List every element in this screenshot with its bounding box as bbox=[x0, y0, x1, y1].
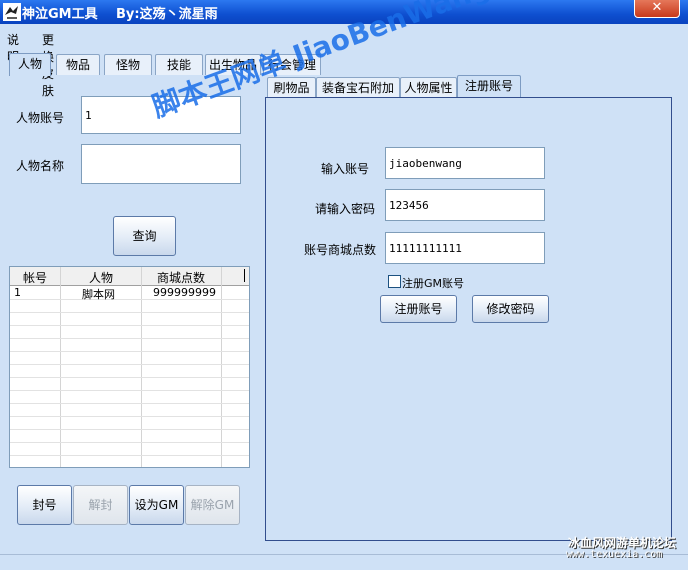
row-divider bbox=[10, 351, 249, 352]
main-window: 神泣GM工具 By:这殇丶流星雨 ✕ 说明 更换皮肤 人物 物品 怪物 技能 出… bbox=[0, 0, 688, 570]
app-bird-icon bbox=[3, 3, 21, 21]
register-account-label: 输入账号 bbox=[321, 162, 370, 176]
cell-account: 1 bbox=[14, 286, 21, 299]
remove-gm-button[interactable]: 解除GM bbox=[185, 485, 240, 525]
tab-items[interactable]: 物品 bbox=[56, 54, 100, 75]
change-password-button[interactable]: 修改密码 bbox=[472, 295, 549, 323]
column-header-points[interactable]: 商城点数 bbox=[141, 269, 221, 286]
row-divider bbox=[10, 312, 249, 313]
register-points-input[interactable] bbox=[385, 232, 545, 264]
register-account-button[interactable]: 注册账号 bbox=[380, 295, 457, 323]
window-title: 神泣GM工具 bbox=[22, 7, 98, 22]
cell-points: 999999999 bbox=[153, 286, 216, 299]
close-button[interactable]: ✕ bbox=[634, 0, 680, 18]
unban-button[interactable]: 解封 bbox=[73, 485, 128, 525]
row-divider bbox=[10, 416, 249, 417]
row-divider bbox=[10, 325, 249, 326]
tab-character-attributes[interactable]: 人物属性 bbox=[400, 77, 457, 98]
tab-monsters[interactable]: 怪物 bbox=[104, 54, 152, 75]
row-divider bbox=[10, 403, 249, 404]
account-label: 人物账号 bbox=[16, 111, 65, 125]
register-points-label: 账号商城点数 bbox=[304, 243, 377, 257]
ban-button[interactable]: 封号 bbox=[17, 485, 72, 525]
register-account-input[interactable] bbox=[385, 147, 545, 179]
set-gm-button[interactable]: 设为GM bbox=[129, 485, 184, 525]
character-table[interactable]: 帐号 人物 商城点数 1 脚本网 999999999 bbox=[9, 266, 250, 468]
tab-gem-enhance[interactable]: 装备宝石附加 bbox=[316, 77, 400, 98]
tab-register-account[interactable]: 注册账号 bbox=[457, 75, 521, 99]
table-row[interactable]: 1 脚本网 999999999 bbox=[10, 286, 249, 301]
close-icon: ✕ bbox=[651, 0, 663, 15]
header-end-marker bbox=[244, 269, 245, 282]
name-label: 人物名称 bbox=[16, 159, 65, 173]
row-divider bbox=[10, 338, 249, 339]
tab-character[interactable]: 人物 bbox=[9, 53, 51, 76]
register-gm-checkbox[interactable] bbox=[388, 275, 401, 288]
watermark-url: www.texuexia.com bbox=[566, 549, 663, 560]
row-divider bbox=[10, 364, 249, 365]
table-header: 帐号 人物 商城点数 bbox=[10, 267, 249, 286]
register-password-label: 请输入密码 bbox=[315, 202, 376, 216]
window-author: By:这殇丶流星雨 bbox=[116, 7, 218, 22]
row-divider bbox=[10, 377, 249, 378]
row-divider bbox=[10, 429, 249, 430]
row-divider bbox=[10, 299, 249, 300]
register-gm-checkbox-label[interactable]: 注册GM账号 bbox=[402, 275, 464, 291]
register-password-input[interactable] bbox=[385, 189, 545, 221]
cell-character: 脚本网 bbox=[82, 288, 115, 301]
query-button[interactable]: 查询 bbox=[113, 216, 176, 256]
character-name-input[interactable] bbox=[81, 144, 241, 184]
row-divider bbox=[10, 455, 249, 456]
row-divider bbox=[10, 390, 249, 391]
column-header-account[interactable]: 帐号 bbox=[10, 269, 60, 286]
row-divider bbox=[10, 442, 249, 443]
column-header-character[interactable]: 人物 bbox=[61, 269, 141, 286]
